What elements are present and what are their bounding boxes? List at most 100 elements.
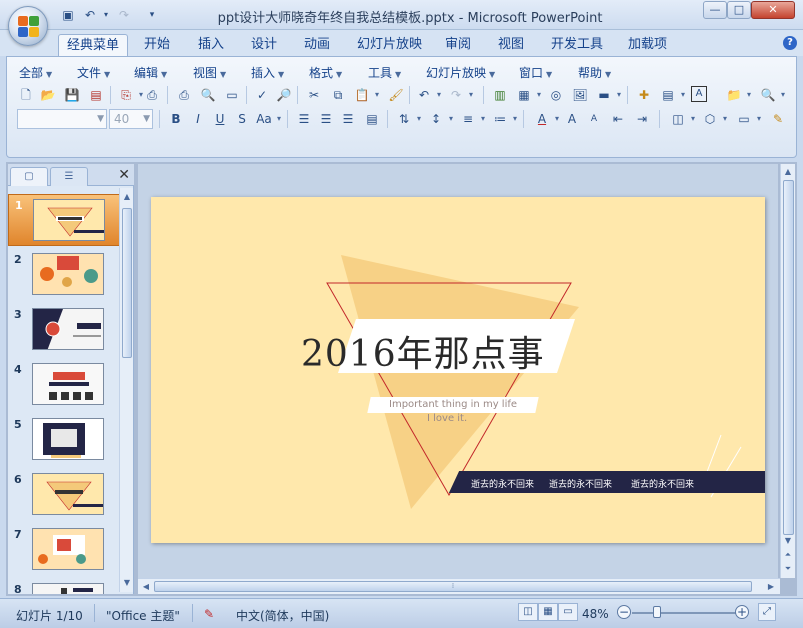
shape-fill-icon[interactable]: ▭ (735, 110, 761, 128)
print-preview-icon[interactable]: 🔍 (199, 86, 217, 104)
previous-slide-icon[interactable]: ⏶ (781, 548, 795, 562)
text-box-icon[interactable]: A (691, 86, 707, 102)
new-file-icon[interactable]: 🗋 (17, 86, 35, 104)
font-name-combo[interactable]: ▼ (17, 109, 107, 129)
slide-thumbnail-1[interactable]: 1 (8, 194, 120, 246)
decrease-indent-icon[interactable]: ⇤ (609, 110, 627, 128)
underline-button[interactable]: U (211, 110, 229, 128)
horizontal-scroll-thumb[interactable]: ⁞ (154, 581, 752, 592)
slide-tagline[interactable]: I love it. (427, 413, 467, 424)
spell-check-icon[interactable]: ✎ (204, 607, 214, 621)
font-size-combo[interactable]: 40 ▼ (109, 109, 153, 129)
paste-icon[interactable]: 📋 (353, 86, 379, 104)
redo-icon[interactable]: ↷ (116, 7, 132, 23)
horizontal-scrollbar[interactable]: ◀ ⁞ ▶ (138, 578, 780, 594)
slide-sorter-button[interactable]: ▦ (538, 603, 558, 621)
bold-button[interactable]: B (167, 110, 185, 128)
research-icon[interactable]: 🔎 (275, 86, 293, 104)
customize-toolbar-icon[interactable]: ▾ (144, 7, 160, 23)
shadow-button[interactable]: S (233, 110, 251, 128)
menu-slideshow[interactable]: 幻灯片放映 ▼ (426, 64, 495, 81)
slide-thumbnail-4[interactable]: 4 (8, 359, 120, 411)
slide-thumbnail-7[interactable]: 7 (8, 524, 120, 576)
copy-icon[interactable]: ⧉ (329, 86, 347, 104)
slide-thumbnail-3[interactable]: 3 (8, 304, 120, 356)
scroll-up-icon[interactable]: ▲ (120, 190, 134, 204)
zoom-slider[interactable] (632, 606, 738, 618)
slideshow-view-button[interactable]: ▭ (558, 603, 578, 621)
undo-toolbar-icon[interactable]: ↶ (415, 86, 441, 104)
shrink-font-icon[interactable]: A (585, 110, 603, 128)
grow-font-icon[interactable]: A (563, 110, 581, 128)
fit-to-window-icon[interactable]: ⤢ (758, 603, 776, 621)
tab-design[interactable]: 设计 (243, 34, 285, 56)
scroll-left-icon[interactable]: ◀ (139, 580, 153, 594)
fill-color-icon[interactable]: ▬ (595, 86, 621, 104)
scroll-up-icon[interactable]: ▲ (781, 165, 795, 179)
spelling-icon[interactable]: ✓ (253, 86, 271, 104)
tab-home[interactable]: 开始 (136, 34, 178, 56)
text-direction-icon[interactable]: ⇅ (395, 110, 421, 128)
zoom-level[interactable]: 48% (582, 607, 609, 621)
open-file-icon[interactable]: 📂 (39, 86, 57, 104)
new-slide-icon[interactable]: ✚ (635, 86, 653, 104)
minimize-button[interactable]: — (703, 1, 727, 19)
folder-icon[interactable]: 📁 (725, 86, 751, 104)
tab-classic-menu[interactable]: 经典菜单 (58, 34, 129, 56)
zoom-out-icon[interactable]: − (617, 605, 631, 619)
bullets-icon[interactable]: ≔ (491, 110, 517, 128)
scroll-down-icon[interactable]: ▼ (781, 534, 795, 548)
office-button[interactable] (8, 6, 48, 46)
line-spacing-icon[interactable]: ↕ (427, 110, 453, 128)
scroll-down-icon[interactable]: ▼ (120, 576, 134, 590)
slide-layout-icon[interactable]: ▭ (223, 86, 241, 104)
layout-icon[interactable]: ▤ (659, 86, 685, 104)
pane-scrollbar[interactable]: ▲ ▼ (119, 188, 133, 592)
save-icon[interactable]: ▣ (60, 7, 76, 23)
format-painter-icon[interactable]: 🖌 (387, 86, 405, 104)
quick-styles-icon[interactable]: ⬡ (701, 110, 727, 128)
clip-art-icon[interactable]: ◎ (547, 86, 565, 104)
outline-tab[interactable]: ☰ (50, 167, 88, 186)
cut-icon[interactable]: ✂ (305, 86, 323, 104)
slide-thumbnail-2[interactable]: 2 (8, 249, 120, 301)
undo-dropdown-icon[interactable]: ▾ (98, 7, 114, 23)
slide-subtitle[interactable]: Important thing in my life (367, 397, 539, 413)
slides-tab[interactable]: ▢ (10, 167, 48, 186)
vertical-scrollbar[interactable]: ▲ ▼ ⏶ ⏷ (780, 164, 795, 578)
redo-toolbar-icon[interactable]: ↷ (447, 86, 473, 104)
pane-scroll-thumb[interactable] (122, 208, 132, 358)
shape-outline-icon[interactable]: ✎ (769, 110, 787, 128)
slide-thumbnail-6[interactable]: 6 (8, 469, 120, 521)
font-color-icon[interactable]: A (533, 110, 559, 128)
insert-table-icon[interactable]: ▦ (515, 86, 541, 104)
slide-canvas[interactable]: 2016年那点事 Important thing in my life I lo… (151, 197, 765, 543)
language-indicator[interactable]: 中文(简体，中国) (236, 607, 329, 624)
maximize-button[interactable]: □ (727, 1, 751, 19)
menu-edit[interactable]: 编辑 ▼ (134, 64, 167, 81)
save-pdf-icon[interactable]: ▤ (87, 86, 105, 104)
find-icon[interactable]: 🔍 (759, 86, 785, 104)
menu-insert[interactable]: 插入 ▼ (251, 64, 284, 81)
tab-addins[interactable]: 加载项 (620, 34, 675, 56)
permission-icon[interactable]: ⎙ (143, 86, 161, 104)
vertical-scroll-thumb[interactable] (783, 180, 794, 535)
tab-insert[interactable]: 插入 (190, 34, 232, 56)
menu-all[interactable]: 全部 ▼ (19, 64, 52, 81)
menu-format[interactable]: 格式 ▼ (309, 64, 342, 81)
italic-button[interactable]: I (189, 110, 207, 128)
next-slide-icon[interactable]: ⏷ (781, 562, 795, 576)
increase-indent-icon[interactable]: ⇥ (633, 110, 651, 128)
scroll-right-icon[interactable]: ▶ (764, 580, 778, 594)
zoom-in-icon[interactable]: + (735, 605, 749, 619)
menu-file[interactable]: 文件 ▼ (77, 64, 110, 81)
slide-title[interactable]: 2016年那点事 (301, 325, 545, 377)
numbering-icon[interactable]: ≡ (459, 110, 485, 128)
align-center-icon[interactable]: ☰ (317, 110, 335, 128)
tab-slideshow[interactable]: 幻灯片放映 (349, 34, 430, 56)
zoom-slider-knob[interactable] (653, 606, 662, 618)
save-toolbar-icon[interactable]: 💾 (63, 86, 81, 104)
menu-tools[interactable]: 工具 ▼ (368, 64, 401, 81)
align-right-icon[interactable]: ☰ (339, 110, 357, 128)
slide-thumbnail-5[interactable]: 5 (8, 414, 120, 466)
